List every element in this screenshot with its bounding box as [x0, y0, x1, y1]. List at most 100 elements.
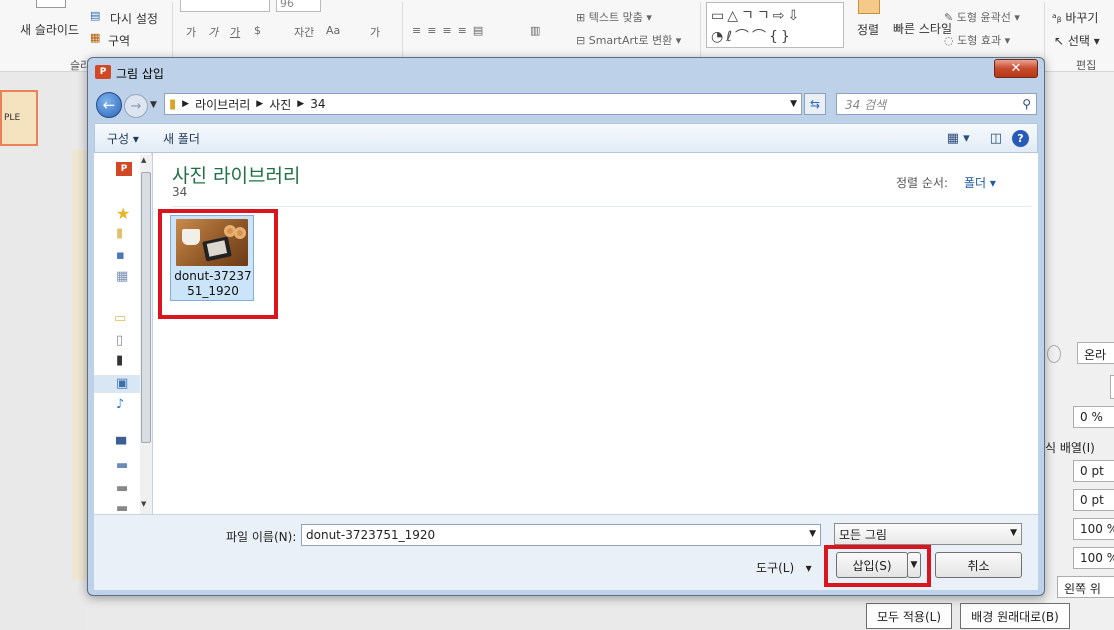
font-shadow-button[interactable]: $ — [254, 24, 261, 37]
drive-c-icon[interactable]: ▬ — [116, 458, 128, 473]
reset-button[interactable]: 다시 설정 — [110, 10, 158, 27]
section-icon: ▦ — [90, 31, 101, 44]
shape-effect-button[interactable]: ◌ 도형 효과 ▾ — [944, 32, 1010, 48]
new-folder-button[interactable]: 새 폴더 — [151, 130, 212, 147]
reset-icon: ▤ — [90, 9, 101, 22]
apply-all-button[interactable]: 모두 적용(L) — [866, 603, 952, 629]
shape-outline-button[interactable]: ✎ 도형 윤곽선 ▾ — [944, 9, 1020, 25]
red-highlight-box — [158, 209, 278, 319]
sort-label: 정렬 순서: — [896, 176, 949, 190]
library-title: 사진 라이브러리 — [172, 165, 301, 187]
arrange-icon — [858, 0, 880, 14]
breadcrumb-photos[interactable]: 사진 — [269, 96, 291, 113]
forward-button[interactable]: → — [124, 94, 148, 118]
address-bar[interactable]: ▮ ▶ 라이브러리 ▶ 사진 ▶ 34 ▼ — [164, 93, 802, 115]
new-slide-button[interactable]: 새 슬라이드 — [20, 21, 79, 38]
search-input[interactable]: 34 검색 ⚲ — [836, 93, 1037, 115]
arrange-button[interactable]: 정렬 — [857, 21, 879, 38]
back-arrow-icon: ← — [102, 96, 116, 114]
font-underline-button[interactable]: 가 — [230, 24, 240, 40]
replace-button[interactable]: ᵃᵦ 바꾸기 — [1052, 9, 1098, 26]
close-icon: ✕ — [1010, 61, 1022, 76]
char-spacing-button[interactable]: 자간 — [294, 24, 314, 40]
computer-icon[interactable]: ▀ — [116, 438, 126, 453]
file-view — [153, 153, 1038, 514]
view-options-icon[interactable]: ▦ ▾ — [937, 131, 980, 146]
text-align-button[interactable]: ⊞ 텍스트 맞춤 ▾ — [576, 9, 652, 25]
folder-icon: ▮ — [169, 96, 177, 112]
sort-dropdown[interactable]: 폴더 ▾ — [964, 174, 996, 191]
pictures-icon[interactable]: ▣ — [116, 376, 128, 391]
scale-x-field[interactable]: 100 % — [1073, 518, 1114, 540]
breadcrumb-library[interactable]: 라이브러리 — [195, 96, 250, 113]
section-button[interactable]: 구역 — [108, 32, 130, 49]
powerpoint-icon: P — [95, 65, 111, 79]
tile-arrange-label: 식 배열(I) — [1045, 441, 1095, 455]
scroll-down-icon[interactable]: ▼ — [141, 500, 146, 508]
offset-percent[interactable]: 0 % — [1073, 406, 1114, 428]
slide-thumbnail[interactable]: PLE — [0, 90, 38, 146]
search-icon: ⚲ — [1022, 97, 1031, 111]
picture-button[interactable] — [1110, 375, 1114, 399]
alignment-dropdown[interactable]: 왼쪽 위 — [1057, 576, 1114, 598]
desktop-icon[interactable]: ▪ — [116, 248, 125, 263]
organize-button[interactable]: 구성 ▾ — [95, 130, 151, 147]
font-size-box[interactable]: 96 — [276, 0, 321, 12]
folder-icon[interactable]: ▮ — [116, 226, 123, 241]
tools-dropdown[interactable]: 도구(L) ▾ — [756, 559, 812, 576]
paragraph-align-icons[interactable]: ≡≡≡≡▤ — [412, 24, 489, 37]
scale-y-field[interactable]: 100 % — [1073, 547, 1114, 569]
preview-pane-icon[interactable]: ◫ — [980, 131, 1012, 146]
filename-input[interactable]: donut-3723751_1920 ▼ — [301, 524, 821, 546]
chevron-down-icon[interactable]: ▼ — [1010, 528, 1017, 538]
chevron-down-icon[interactable]: ▼ — [809, 529, 816, 539]
shape-icons-row2[interactable]: ◔ℓ⌒⌒{} — [711, 26, 793, 46]
font-color-button[interactable]: 가 — [370, 24, 380, 40]
offset-x-field[interactable]: 0 pt — [1073, 460, 1114, 482]
chevron-right-icon: ▶ — [297, 99, 305, 109]
address-dropdown-icon[interactable]: ▼ — [790, 99, 797, 109]
group-edit-label: 편집 — [1076, 59, 1097, 72]
refresh-icon: ⇆ — [809, 97, 821, 111]
cancel-button[interactable]: 취소 — [935, 552, 1022, 578]
breadcrumb-34[interactable]: 34 — [310, 97, 325, 111]
favorites-star-icon[interactable]: ★ — [116, 204, 130, 223]
dialog-toolbar: 구성 ▾ 새 폴더 ▦ ▾ ◫ ? — [94, 123, 1038, 153]
recent-pages-dropdown[interactable]: ▼ — [150, 100, 157, 110]
align-dropdown[interactable]: 온라 — [1077, 342, 1114, 364]
font-bold-button[interactable]: 가 — [186, 24, 196, 40]
chevron-right-icon: ▶ — [256, 99, 264, 109]
smartart-button[interactable]: ⊟ SmartArt로 변환 ▾ — [576, 32, 681, 48]
music-icon[interactable]: ♪ — [116, 397, 124, 412]
offset-y-field[interactable]: 0 pt — [1073, 489, 1114, 511]
chevron-right-icon: ▶ — [182, 99, 190, 109]
change-case-button[interactable]: Aa — [326, 24, 340, 37]
scroll-up-icon[interactable]: ▲ — [141, 156, 146, 164]
select-button[interactable]: ↖ 선택 ▾ — [1054, 32, 1100, 49]
nav-scrollbar-thumb[interactable] — [141, 172, 151, 443]
font-name-box[interactable] — [180, 0, 270, 12]
powerpoint-icon[interactable]: P — [116, 162, 132, 176]
shape-gallery[interactable]: ▭△ㄱㄱ⇨⇩ ◔ℓ⌒⌒{} — [706, 2, 844, 48]
filename-label: 파일 이름(N): — [226, 530, 297, 544]
reset-background-button[interactable]: 배경 원래대로(B) — [960, 603, 1070, 629]
forward-arrow-icon: → — [130, 98, 142, 114]
libraries-icon[interactable]: ▭ — [114, 311, 126, 326]
insert-picture-dialog: P 그림 삽입 ✕ ← → ▼ ▮ ▶ 라이브러리 ▶ 사진 ▶ 34 ▼ ⇆ … — [87, 57, 1045, 596]
quick-styles-button[interactable]: 빠른 스타일 — [893, 21, 952, 37]
new-slide-icon — [36, 0, 66, 8]
videos-icon[interactable]: ▮ — [116, 353, 123, 368]
recent-places-icon[interactable]: ▦ — [116, 269, 128, 284]
online-icon[interactable] — [1047, 345, 1061, 363]
refresh-button[interactable]: ⇆ — [804, 93, 826, 115]
close-button[interactable]: ✕ — [994, 59, 1038, 78]
shape-icons-row1[interactable]: ▭△ㄱㄱ⇨⇩ — [711, 5, 802, 25]
documents-icon[interactable]: ▯ — [116, 333, 123, 348]
help-icon[interactable]: ? — [1012, 129, 1029, 147]
font-italic-button[interactable]: 가 — [208, 24, 218, 40]
columns-icon[interactable]: ▥ — [530, 24, 540, 37]
file-type-filter[interactable]: 모든 그림 ▼ — [834, 523, 1022, 545]
back-button[interactable]: ← — [96, 92, 122, 118]
red-highlight-box — [824, 545, 931, 587]
drive-d-icon[interactable]: ▬ — [116, 481, 128, 496]
